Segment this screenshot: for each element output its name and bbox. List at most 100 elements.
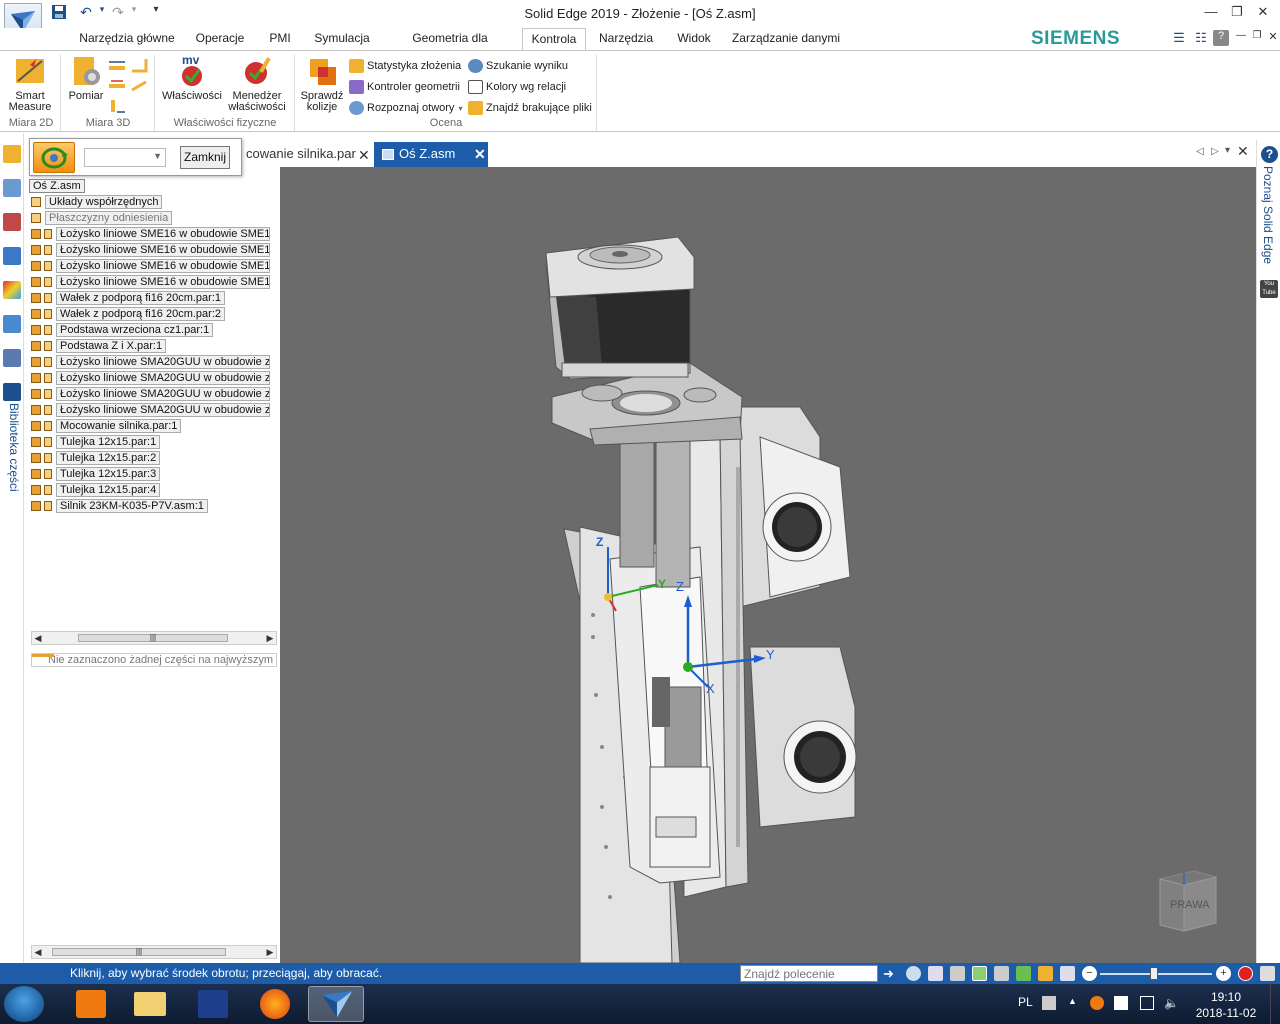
- tree-item[interactable]: Łożysko liniowe SME16 w obudowie SME16: [31, 243, 270, 257]
- measure-normal-icon[interactable]: [130, 78, 148, 94]
- list-icon[interactable]: ☰: [1171, 30, 1187, 46]
- tree-scrollbar[interactable]: ◀ ||| ▶: [31, 631, 277, 645]
- youtube-icon[interactable]: You Tube: [1260, 280, 1278, 298]
- pomiar-button[interactable]: Pomiar: [66, 55, 106, 102]
- minimize-button[interactable]: —: [1198, 4, 1224, 22]
- layers-tab-icon[interactable]: [3, 179, 21, 197]
- tab-pmi[interactable]: PMI: [262, 28, 298, 50]
- tree-item[interactable]: Łożysko liniowe SMA20GUU w obudowie za: [31, 355, 270, 369]
- measure-area-icon[interactable]: [108, 98, 126, 114]
- statystyka-zlozenia-button[interactable]: Statystyka złożenia: [349, 57, 461, 75]
- find-command-input[interactable]: [740, 965, 878, 982]
- taskbar-explorer-icon[interactable]: [122, 986, 178, 1022]
- shaded-icon[interactable]: [1038, 966, 1053, 981]
- view-styles-icon[interactable]: [1016, 966, 1031, 981]
- szukanie-wyniku-button[interactable]: Szukanie wyniku: [468, 57, 568, 75]
- tree-item[interactable]: Silnik 23KM-K035-P7V.asm:1: [31, 499, 208, 513]
- view-cube[interactable]: PRAWA: [1154, 867, 1220, 933]
- options-icon[interactable]: ☷: [1193, 30, 1209, 46]
- tree-item[interactable]: Łożysko liniowe SMA20GUU w obudowie za: [31, 403, 270, 417]
- smart-measure-button[interactable]: Smart Measure: [6, 55, 54, 113]
- find-arrow-icon[interactable]: ➜: [883, 966, 898, 981]
- sensors-tab-icon[interactable]: [3, 213, 21, 231]
- close-window-button[interactable]: ✕: [1250, 4, 1276, 22]
- tree-item[interactable]: Płaszczyzny odniesienia: [31, 211, 173, 225]
- tab-scroll-left-icon[interactable]: ◁: [1196, 146, 1204, 157]
- zoom-in-icon[interactable]: +: [1216, 966, 1231, 981]
- tab-zarzadzanie-danymi[interactable]: Zarządzanie danymi: [730, 28, 842, 50]
- taskbar-save-app-icon[interactable]: [186, 986, 242, 1022]
- scroll-right-icon[interactable]: ▶: [264, 946, 276, 958]
- scroll-right-icon[interactable]: ▶: [264, 632, 276, 644]
- menedzer-wlasciwosci-button[interactable]: Menedżer właściwości: [226, 55, 288, 113]
- tree-item[interactable]: Tulejka 12x15.par:1: [31, 435, 161, 449]
- tree-item[interactable]: Tulejka 12x15.par:2: [31, 451, 161, 465]
- parts-library-label[interactable]: Biblioteka części: [3, 403, 21, 503]
- volume-icon[interactable]: 🔈: [1164, 996, 1179, 1010]
- measure-distance-icon[interactable]: [108, 57, 126, 73]
- measure-min-distance-icon[interactable]: [108, 78, 126, 94]
- network-icon[interactable]: [1140, 996, 1154, 1010]
- stop-record-icon[interactable]: [1238, 966, 1253, 981]
- wlasciwosci-button[interactable]: mv Właściwości: [160, 54, 224, 102]
- views-icon[interactable]: [1060, 966, 1075, 981]
- kolory-wg-relacji-button[interactable]: Kolory wg relacji: [468, 78, 566, 96]
- tree-item[interactable]: Układy współrzędnych: [31, 195, 163, 209]
- fit-icon[interactable]: [928, 966, 943, 981]
- tab-geometria-dla-symulacji[interactable]: Geometria dla symulacji: [386, 28, 514, 66]
- close-all-tabs-icon[interactable]: ✕: [1237, 143, 1249, 160]
- action-center-icon[interactable]: [1114, 996, 1128, 1010]
- feature-library-tab-icon[interactable]: [3, 247, 21, 265]
- start-button[interactable]: [4, 986, 44, 1022]
- help-question-icon[interactable]: ?: [1213, 30, 1229, 46]
- tree-item[interactable]: Tulejka 12x15.par:3: [31, 467, 161, 481]
- rotate-axis-dropdown[interactable]: ▼: [84, 148, 166, 167]
- select-tools-tab-icon[interactable]: [3, 315, 21, 333]
- tree-item[interactable]: Łożysko liniowe SMA20GUU w obudowie za: [31, 387, 270, 401]
- taskbar-outlook-icon[interactable]: [64, 986, 120, 1022]
- clock-date[interactable]: 2018-11-02: [1190, 1006, 1262, 1020]
- tree-item[interactable]: Łożysko liniowe SMA20GUU w obudowie za: [31, 371, 270, 385]
- show-desktop-button[interactable]: [1270, 984, 1280, 1024]
- tab-narzedzia-glowne[interactable]: Narzędzia główne: [74, 28, 180, 50]
- 3d-viewport[interactable]: Z Y Z Y X PRAWA: [280, 167, 1256, 963]
- tab-narzedzia[interactable]: Narzędzia: [594, 28, 658, 50]
- appearance-tab-icon[interactable]: [3, 281, 21, 299]
- learn-help-icon[interactable]: ?: [1261, 146, 1278, 163]
- taskbar-firefox-icon[interactable]: [248, 986, 304, 1022]
- scroll-thumb[interactable]: |||: [52, 948, 226, 956]
- close-tab-icon[interactable]: ✕: [474, 142, 486, 166]
- doc-restore-icon[interactable]: ❐: [1249, 30, 1265, 46]
- taskbar-solid-edge-icon[interactable]: [308, 986, 364, 1022]
- rozpoznaj-otwory-button[interactable]: Rozpoznaj otwory ▾: [349, 99, 462, 117]
- tree-item[interactable]: Mocowanie silnika.par:1: [31, 419, 182, 433]
- close-tab-icon[interactable]: ✕: [358, 143, 370, 167]
- doc-minimize-icon[interactable]: —: [1233, 30, 1249, 46]
- restore-button[interactable]: ❐: [1224, 4, 1250, 22]
- rotate-button[interactable]: [33, 142, 75, 173]
- tree-item[interactable]: Podstawa wrzeciona cz1.par:1: [31, 323, 214, 337]
- zoom-slider-thumb[interactable]: [1150, 967, 1159, 980]
- rozpoznaj-dropdown-icon[interactable]: ▾: [458, 104, 462, 113]
- tab-operacje[interactable]: Operacje: [188, 28, 252, 50]
- zoom-out-icon[interactable]: −: [1082, 966, 1097, 981]
- learn-solid-edge-label[interactable]: Poznaj Solid Edge: [1261, 166, 1275, 264]
- rotate-icon[interactable]: [972, 966, 987, 981]
- tree-item[interactable]: Wałek z podporą fi16 20cm.par:2: [31, 307, 226, 321]
- family-tab-icon[interactable]: [3, 349, 21, 367]
- scroll-left-icon[interactable]: ◀: [32, 946, 44, 958]
- kontroler-geometrii-button[interactable]: Kontroler geometrii: [349, 78, 460, 96]
- zoom-area-icon[interactable]: [906, 966, 921, 981]
- znajdz-brakujace-pliki-button[interactable]: Znajdź brakujące pliki: [468, 99, 592, 117]
- doc-tab-os-z[interactable]: Oś Z.asm ✕: [374, 142, 488, 167]
- scroll-thumb[interactable]: |||: [78, 634, 228, 642]
- keyboard-icon[interactable]: [1042, 996, 1056, 1010]
- tab-kontrola[interactable]: Kontrola: [522, 28, 586, 51]
- sprawdz-kolizje-button[interactable]: Sprawdź kolizje: [298, 55, 346, 113]
- status-options-icon[interactable]: [1260, 966, 1275, 981]
- tab-scroll-right-icon[interactable]: ▷: [1211, 146, 1219, 157]
- doc-close-icon[interactable]: ✕: [1265, 30, 1280, 46]
- language-indicator[interactable]: PL: [1018, 995, 1033, 1009]
- tab-symulacja[interactable]: Symulacja: [306, 28, 378, 50]
- tray-app-icon[interactable]: [1090, 996, 1104, 1010]
